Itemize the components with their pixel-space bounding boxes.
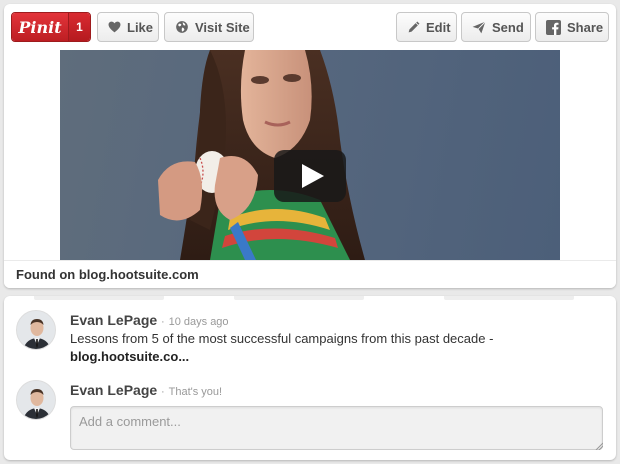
facebook-icon (546, 19, 561, 35)
comment-author[interactable]: Evan LePage (70, 382, 157, 398)
like-label: Like (127, 19, 154, 35)
comment-separator: · (161, 316, 165, 328)
comment-text: Lessons from 5 of the most successful ca… (70, 330, 500, 366)
pin-it-label: Pinit (12, 13, 69, 41)
heart-icon (108, 21, 121, 33)
comment-timestamp: 10 days ago (168, 316, 229, 328)
comment-header: Evan LePage · That's you! (70, 382, 222, 398)
send-button[interactable]: Send (461, 12, 531, 42)
comment-separator: · (161, 386, 165, 398)
comment-body: Lessons from 5 of the most successful ca… (70, 331, 494, 346)
comments-card: Evan LePage · 10 days ago Lessons from 5… (4, 296, 616, 460)
share-label: Share (567, 19, 604, 35)
comment-author[interactable]: Evan LePage (70, 312, 157, 328)
visit-site-button[interactable]: Visit Site (164, 12, 254, 42)
paper-plane-icon (472, 20, 486, 34)
pin-card: Pinit 1 Like Visit Site Edit Send Share … (4, 4, 616, 288)
video-thumbnail[interactable] (60, 50, 560, 260)
pin-count: 1 (69, 13, 90, 41)
comment-input[interactable] (70, 406, 603, 450)
source-domain-link[interactable]: blog.hootsuite.com (79, 267, 199, 282)
visit-site-label: Visit Site (195, 19, 250, 35)
pencil-icon (407, 21, 420, 34)
avatar[interactable] (16, 380, 56, 420)
source-link-bar: Found on blog.hootsuite.com (4, 260, 616, 288)
comment-header: Evan LePage · 10 days ago (70, 312, 229, 328)
edit-label: Edit (426, 19, 451, 35)
like-button[interactable]: Like (97, 12, 159, 42)
comment-self-note: That's you! (168, 386, 223, 398)
globe-icon (175, 20, 189, 34)
play-icon[interactable] (274, 150, 346, 202)
pin-toolbar: Pinit 1 Like Visit Site Edit Send Share (4, 4, 616, 50)
comment-link[interactable]: blog.hootsuite.co... (70, 349, 189, 364)
avatar[interactable] (16, 310, 56, 350)
edit-button[interactable]: Edit (396, 12, 457, 42)
source-prefix: Found on (16, 267, 76, 282)
pin-it-button[interactable]: Pinit 1 (11, 12, 91, 42)
send-label: Send (492, 19, 524, 35)
faded-related-text (4, 296, 616, 304)
share-button[interactable]: Share (535, 12, 609, 42)
